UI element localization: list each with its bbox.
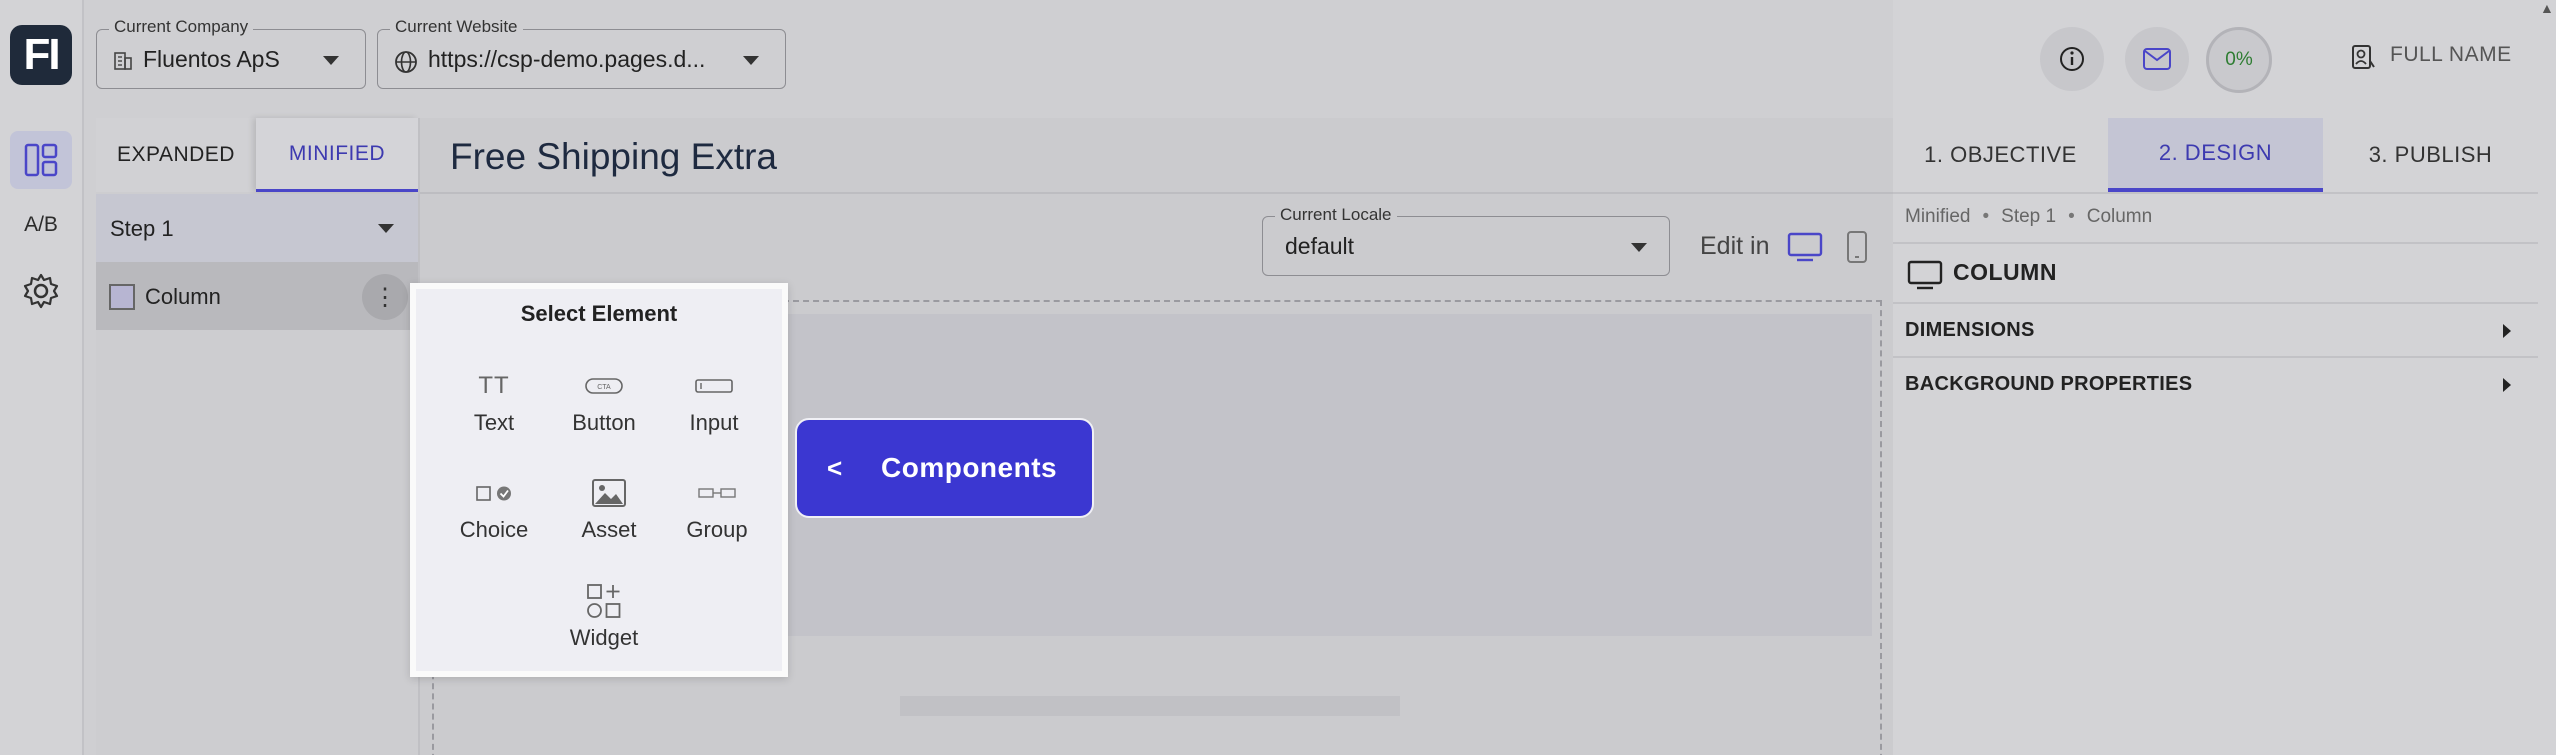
chevron-right-icon[interactable] xyxy=(2503,324,2511,338)
globe-icon xyxy=(395,51,417,73)
dashboard-nav-button[interactable] xyxy=(10,131,72,189)
messages-button[interactable] xyxy=(2125,27,2189,91)
placeholder-bar xyxy=(900,696,1400,716)
step-select[interactable]: Step 1 xyxy=(96,194,418,262)
settings-nav-button[interactable] xyxy=(10,262,72,320)
breadcrumb-item: Column xyxy=(2086,206,2153,227)
accordion-dimensions[interactable]: DIMENSIONS xyxy=(1905,319,2035,342)
info-icon xyxy=(2060,47,2084,71)
chevron-down-icon xyxy=(1631,243,1647,252)
breadcrumb: Minified • Step 1 • Column xyxy=(1905,206,2152,228)
section-title: COLUMN xyxy=(1953,259,2057,285)
user-name[interactable]: FULL NAME xyxy=(2390,43,2512,67)
user-badge-icon xyxy=(2352,45,2375,69)
ab-test-nav-button[interactable]: A/B xyxy=(10,196,72,254)
widget-icon xyxy=(587,584,621,618)
chevron-down-icon xyxy=(743,56,759,65)
choice-icon xyxy=(476,486,511,501)
element-option-label: Text xyxy=(473,410,515,435)
tab-objective[interactable]: 1. OBJECTIVE xyxy=(1893,118,2108,192)
breadcrumb-separator: • xyxy=(2068,206,2075,227)
element-option-label: Button xyxy=(572,410,636,435)
page-title: Free Shipping Extra xyxy=(450,136,778,177)
element-option-button[interactable]: CTA Button xyxy=(549,366,659,436)
mail-icon xyxy=(2143,48,2171,70)
divider xyxy=(1893,242,2538,244)
svg-text:CTA: CTA xyxy=(597,384,611,391)
element-option-label: Widget xyxy=(569,625,639,650)
company-icon xyxy=(114,52,132,70)
divider xyxy=(1893,192,2538,194)
element-option-label: Asset xyxy=(581,517,637,542)
accordion-background-properties[interactable]: BACKGROUND PROPERTIES xyxy=(1905,373,2192,396)
breadcrumb-separator: • xyxy=(1982,206,1990,227)
element-option-label: Choice xyxy=(459,517,529,542)
element-option-text[interactable]: TT Text xyxy=(439,366,549,436)
popup-title: Select Element xyxy=(520,301,678,326)
ab-label: A/B xyxy=(24,213,58,236)
locale-select-value: default xyxy=(1285,233,1355,259)
website-select-label: Current Website xyxy=(390,17,523,37)
element-option-widget[interactable]: Widget xyxy=(549,581,659,651)
progress-label: 0% xyxy=(2225,49,2253,70)
breadcrumb-item[interactable]: Step 1 xyxy=(2001,206,2056,227)
more-options-icon[interactable]: ⋮ xyxy=(362,274,408,320)
chevron-down-icon xyxy=(378,224,394,233)
breadcrumb-item[interactable]: Minified xyxy=(1905,206,1970,227)
step-select-value: Step 1 xyxy=(110,216,174,241)
tab-expanded[interactable]: EXPANDED xyxy=(96,118,256,192)
chevron-right-icon[interactable] xyxy=(2503,378,2511,392)
desktop-icon[interactable] xyxy=(1787,232,1823,262)
element-option-label: Input xyxy=(689,410,739,435)
gear-icon xyxy=(23,273,59,309)
scroll-up-icon[interactable]: ▲ xyxy=(2540,0,2554,16)
element-option-input[interactable]: Input xyxy=(659,366,769,436)
button-icon: CTA xyxy=(585,378,623,394)
tab-minified[interactable]: MINIFIED xyxy=(256,118,418,192)
select-element-popup: Select Element TT Text CTA Button Input xyxy=(410,283,788,677)
app-logo[interactable]: FI xyxy=(10,25,72,85)
company-select-label: Current Company xyxy=(109,17,254,37)
properties-panel: 1. OBJECTIVE 2. DESIGN 3. PUBLISH Minifi… xyxy=(1893,118,2556,755)
components-button-label: Components xyxy=(881,452,1058,483)
tab-publish[interactable]: 3. PUBLISH xyxy=(2323,118,2538,192)
edit-in-label: Edit in xyxy=(1700,232,1770,260)
layout-icon xyxy=(24,143,58,177)
element-option-asset[interactable]: Asset xyxy=(554,473,664,543)
mobile-icon[interactable] xyxy=(1846,230,1868,264)
image-icon xyxy=(592,479,626,507)
structure-panel: EXPANDED MINIFIED Step 1 Column ⋮ xyxy=(96,118,418,755)
website-select[interactable]: Current Website https://csp-demo.pages.d… xyxy=(377,17,786,89)
element-option-group[interactable]: Group xyxy=(662,473,772,543)
input-icon xyxy=(695,379,733,393)
left-rail: FI A/B xyxy=(0,0,84,755)
tree-item-label: Column xyxy=(145,284,221,309)
divider xyxy=(1893,356,2538,358)
divider xyxy=(420,192,1895,194)
element-option-label: Group xyxy=(686,517,748,542)
website-select-value: https://csp-demo.pages.d... xyxy=(428,46,706,72)
chevron-left-icon: < xyxy=(827,452,843,483)
locale-select-label: Current Locale xyxy=(1275,205,1397,225)
tree-item-column[interactable]: Column ⋮ xyxy=(96,262,418,330)
chevron-down-icon xyxy=(323,56,339,65)
text-icon: TT xyxy=(478,372,510,399)
divider xyxy=(1893,302,2538,304)
desktop-icon xyxy=(1907,260,1943,290)
company-select[interactable]: Current Company Fluentos ApS xyxy=(96,17,366,89)
group-icon xyxy=(698,488,736,498)
top-bar: Current Company Fluentos ApS Current Web… xyxy=(86,0,1893,118)
element-option-choice[interactable]: Choice xyxy=(439,473,549,543)
tab-design[interactable]: 2. DESIGN xyxy=(2108,118,2323,192)
components-button[interactable]: < Components xyxy=(795,418,1094,518)
info-button[interactable] xyxy=(2040,27,2104,91)
locale-select[interactable]: Current Locale default xyxy=(1262,205,1670,276)
company-select-value: Fluentos ApS xyxy=(143,46,280,72)
progress-indicator: 0% xyxy=(2206,27,2272,93)
column-swatch xyxy=(109,284,135,310)
